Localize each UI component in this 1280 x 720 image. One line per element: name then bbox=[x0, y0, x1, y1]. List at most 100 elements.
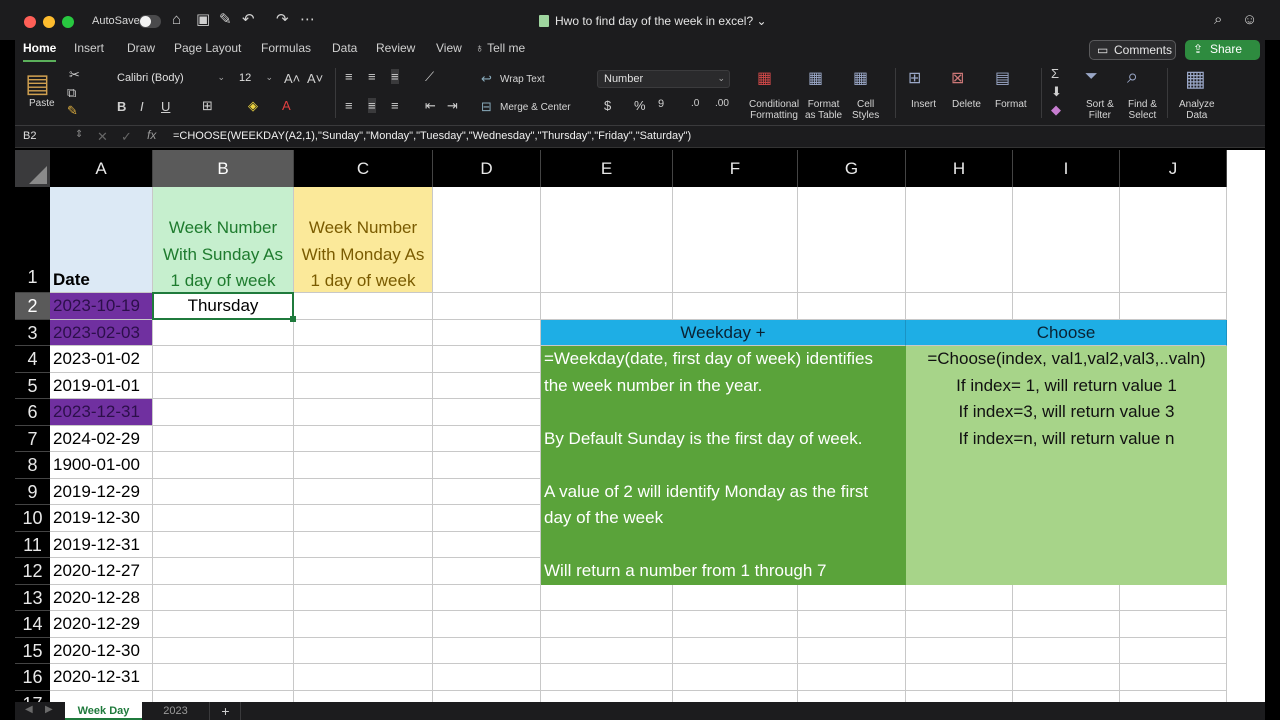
cell-e13[interactable] bbox=[541, 584, 673, 611]
cell-b4[interactable] bbox=[153, 346, 294, 373]
align-middle-icon[interactable]: ≡ bbox=[368, 69, 376, 84]
document-title[interactable]: Hwo to find day of the week in excel? ⌄ bbox=[539, 14, 767, 28]
row-header-14[interactable]: 14 bbox=[15, 611, 50, 638]
cell-j15[interactable] bbox=[1120, 637, 1227, 664]
cell-d17[interactable] bbox=[433, 690, 541, 702]
minimize-window-button[interactable] bbox=[43, 16, 55, 28]
home-icon[interactable]: ⌂ bbox=[172, 11, 181, 29]
merge-center-icon[interactable]: ⊟ bbox=[481, 99, 492, 115]
increase-font-icon[interactable]: A˄ bbox=[284, 71, 300, 86]
cell-g1[interactable] bbox=[798, 187, 906, 293]
cell-j16[interactable] bbox=[1120, 664, 1227, 691]
autosum-icon[interactable]: Σ bbox=[1051, 66, 1059, 81]
cell-a17[interactable] bbox=[50, 690, 153, 702]
cell-h16[interactable] bbox=[906, 664, 1013, 691]
cell-g2[interactable] bbox=[798, 293, 906, 320]
name-box-stepper-icon[interactable]: ⇕ bbox=[75, 129, 83, 140]
cell-g17[interactable] bbox=[798, 690, 906, 702]
cell-b6[interactable] bbox=[153, 399, 294, 426]
cell-b17[interactable] bbox=[153, 690, 294, 702]
decrease-indent-icon[interactable]: ⇤ bbox=[425, 98, 436, 114]
cell-d2[interactable] bbox=[433, 293, 541, 320]
row-header-12[interactable]: 12 bbox=[15, 558, 50, 585]
cell-a6[interactable]: 2023-12-31 bbox=[50, 399, 153, 426]
cell-b12[interactable] bbox=[153, 558, 294, 585]
align-top-icon[interactable]: ≡ bbox=[345, 69, 353, 84]
cell-c9[interactable] bbox=[294, 478, 433, 505]
align-left-icon[interactable]: ≡ bbox=[345, 98, 353, 113]
undo-icon[interactable]: ↶ bbox=[242, 11, 255, 29]
cell-e1[interactable] bbox=[541, 187, 673, 293]
column-header-h[interactable]: H bbox=[906, 150, 1013, 187]
align-center-icon[interactable]: ≡ bbox=[368, 98, 376, 113]
cell-d5[interactable] bbox=[433, 372, 541, 399]
row-header-3[interactable]: 3 bbox=[15, 319, 50, 346]
cell-a7[interactable]: 2024-02-29 bbox=[50, 425, 153, 452]
column-header-d[interactable]: D bbox=[433, 150, 541, 187]
cell-f2[interactable] bbox=[673, 293, 798, 320]
insert-function-button[interactable]: fx bbox=[147, 128, 156, 142]
row-header-17[interactable]: 17 bbox=[15, 690, 50, 702]
cell-f17[interactable] bbox=[673, 690, 798, 702]
conditional-formatting-label[interactable]: Conditional Formatting bbox=[749, 99, 799, 121]
font-color-icon[interactable]: A bbox=[282, 98, 291, 113]
autosave-toggle[interactable] bbox=[139, 15, 161, 28]
borders-icon[interactable]: ⊞ bbox=[202, 98, 213, 114]
cell-c13[interactable] bbox=[294, 584, 433, 611]
cell-a13[interactable]: 2020-12-28 bbox=[50, 584, 153, 611]
paste-icon[interactable]: ▤ bbox=[25, 68, 50, 99]
next-sheet-icon[interactable]: ▶ bbox=[45, 704, 53, 715]
cell-h13[interactable] bbox=[906, 584, 1013, 611]
select-all-button[interactable] bbox=[15, 150, 50, 187]
weekday-heading[interactable]: Weekday + bbox=[541, 319, 906, 346]
format-as-table-label[interactable]: Format as Table bbox=[805, 99, 842, 121]
number-format-select[interactable]: Number ⌄ bbox=[597, 70, 730, 88]
insert-cells-icon[interactable]: ⊞ bbox=[908, 68, 921, 88]
cell-e2[interactable] bbox=[541, 293, 673, 320]
find-select-icon[interactable]: ⌕ bbox=[1127, 66, 1138, 89]
cell-f1[interactable] bbox=[673, 187, 798, 293]
row-header-1[interactable]: 1 bbox=[15, 187, 50, 293]
cell-b2[interactable]: Thursday bbox=[153, 293, 294, 320]
merge-center-button[interactable]: Merge & Center bbox=[500, 102, 571, 113]
cell-h2[interactable] bbox=[906, 293, 1013, 320]
row-header-10[interactable]: 10 bbox=[15, 505, 50, 532]
wrap-text-icon[interactable]: ↩ bbox=[481, 71, 492, 87]
cell-c3[interactable] bbox=[294, 319, 433, 346]
cell-a2[interactable]: 2023-10-19 bbox=[50, 293, 153, 320]
format-cells-icon[interactable]: ▤ bbox=[995, 68, 1010, 88]
comments-button[interactable]: ▭ Comments bbox=[1089, 40, 1176, 60]
cell-a12[interactable]: 2020-12-27 bbox=[50, 558, 153, 585]
row-header-13[interactable]: 13 bbox=[15, 584, 50, 611]
tab-data[interactable]: Data bbox=[332, 41, 357, 55]
column-header-f[interactable]: F bbox=[673, 150, 798, 187]
tab-draw[interactable]: Draw bbox=[127, 41, 155, 55]
cell-b8[interactable] bbox=[153, 452, 294, 479]
choose-heading[interactable]: Choose bbox=[906, 319, 1227, 346]
font-name-select[interactable]: Calibri (Body) ⌄ bbox=[111, 70, 229, 88]
cell-c1[interactable]: Week Number With Monday As 1 day of week bbox=[294, 187, 433, 293]
analyze-data-label[interactable]: Analyze Data bbox=[1179, 99, 1215, 121]
analyze-data-icon[interactable]: ▦ bbox=[1185, 66, 1206, 92]
column-header-i[interactable]: I bbox=[1013, 150, 1120, 187]
cell-i2[interactable] bbox=[1013, 293, 1120, 320]
cell-styles-icon[interactable]: ▦ bbox=[853, 68, 868, 88]
copy-icon[interactable]: ⧉ bbox=[67, 85, 76, 101]
cell-a11[interactable]: 2019-12-31 bbox=[50, 531, 153, 558]
cell-i14[interactable] bbox=[1013, 611, 1120, 638]
currency-button[interactable]: $ bbox=[604, 98, 611, 113]
cell-c4[interactable] bbox=[294, 346, 433, 373]
column-header-c[interactable]: C bbox=[294, 150, 433, 187]
cell-d15[interactable] bbox=[433, 637, 541, 664]
tab-review[interactable]: Review bbox=[376, 41, 415, 55]
row-header-15[interactable]: 15 bbox=[15, 637, 50, 664]
fill-icon[interactable]: ⬇ bbox=[1051, 84, 1062, 100]
cell-b13[interactable] bbox=[153, 584, 294, 611]
decrease-font-icon[interactable]: A˅ bbox=[307, 71, 323, 86]
cell-j14[interactable] bbox=[1120, 611, 1227, 638]
row-header-7[interactable]: 7 bbox=[15, 425, 50, 452]
cell-g15[interactable] bbox=[798, 637, 906, 664]
align-bottom-icon[interactable]: ≡ bbox=[391, 69, 399, 84]
cell-d3[interactable] bbox=[433, 319, 541, 346]
orientation-icon[interactable]: ⟋ bbox=[425, 69, 434, 85]
